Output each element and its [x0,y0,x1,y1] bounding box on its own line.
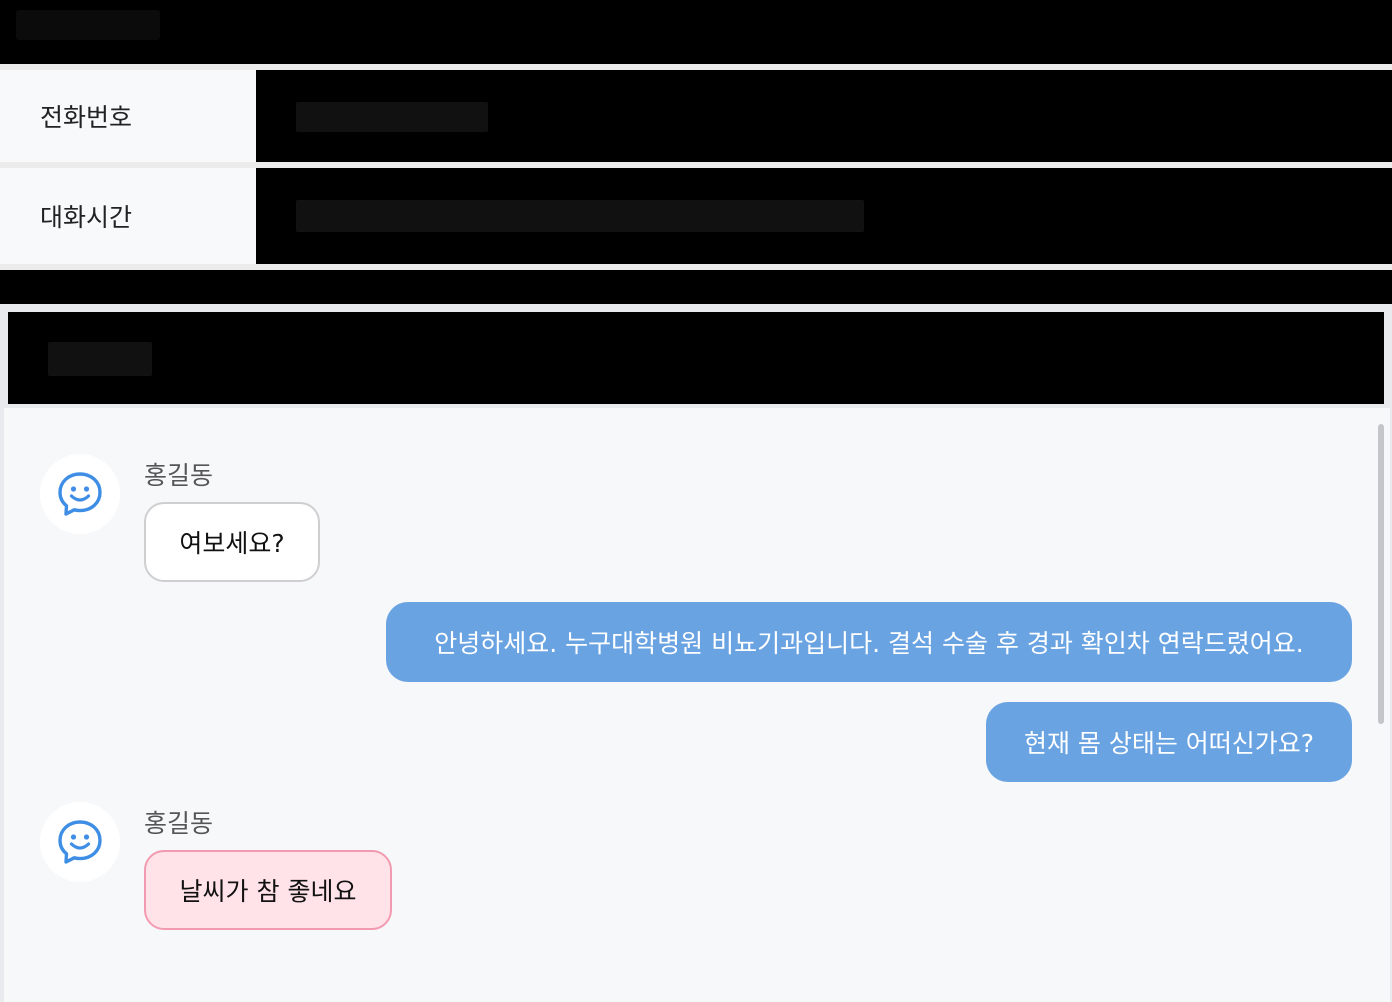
incoming-message: 여보세요? [144,502,320,582]
conversation-panel: 홍길동 여보세요? 안녕하세요. 누구대학병원 비뇨기과입니다. 결석 수술 후… [0,304,1392,1002]
redacted-phone [296,102,488,132]
phone-label: 전화번호 [40,103,133,132]
redacted-time [296,200,864,232]
time-label: 대화시간 [40,203,133,232]
title-bar [0,0,1392,64]
avatar [40,454,120,534]
incoming-message-highlighted: 날씨가 참 좋네요 [144,850,392,930]
phone-row: 전화번호 [0,70,1392,162]
chat-scrollbar[interactable] [1378,424,1384,724]
outgoing-message: 현재 몸 상태는 어떠신가요? [986,702,1352,782]
chat-area[interactable]: 홍길동 여보세요? 안녕하세요. 누구대학병원 비뇨기과입니다. 결석 수술 후… [4,408,1390,1002]
section-gap [0,270,1392,304]
page: 전화번호 대화시간 홍길동 여보세요? 안녕하세요. 누구대학병원 비뇨기과입니… [0,0,1392,1002]
time-label-cell: 대화시간 [0,168,256,264]
time-row: 대화시간 [0,168,1392,264]
phone-value-cell [256,70,1392,162]
avatar [40,802,120,882]
time-value-cell [256,168,1392,264]
redacted-title [16,10,160,40]
outgoing-message: 안녕하세요. 누구대학병원 비뇨기과입니다. 결석 수술 후 경과 확인차 연락… [386,602,1352,682]
sender-name: 홍길동 [144,461,214,490]
phone-label-cell: 전화번호 [0,70,256,162]
conversation-header [8,312,1384,404]
redacted-header-title [48,342,152,376]
sender-name: 홍길동 [144,809,214,838]
